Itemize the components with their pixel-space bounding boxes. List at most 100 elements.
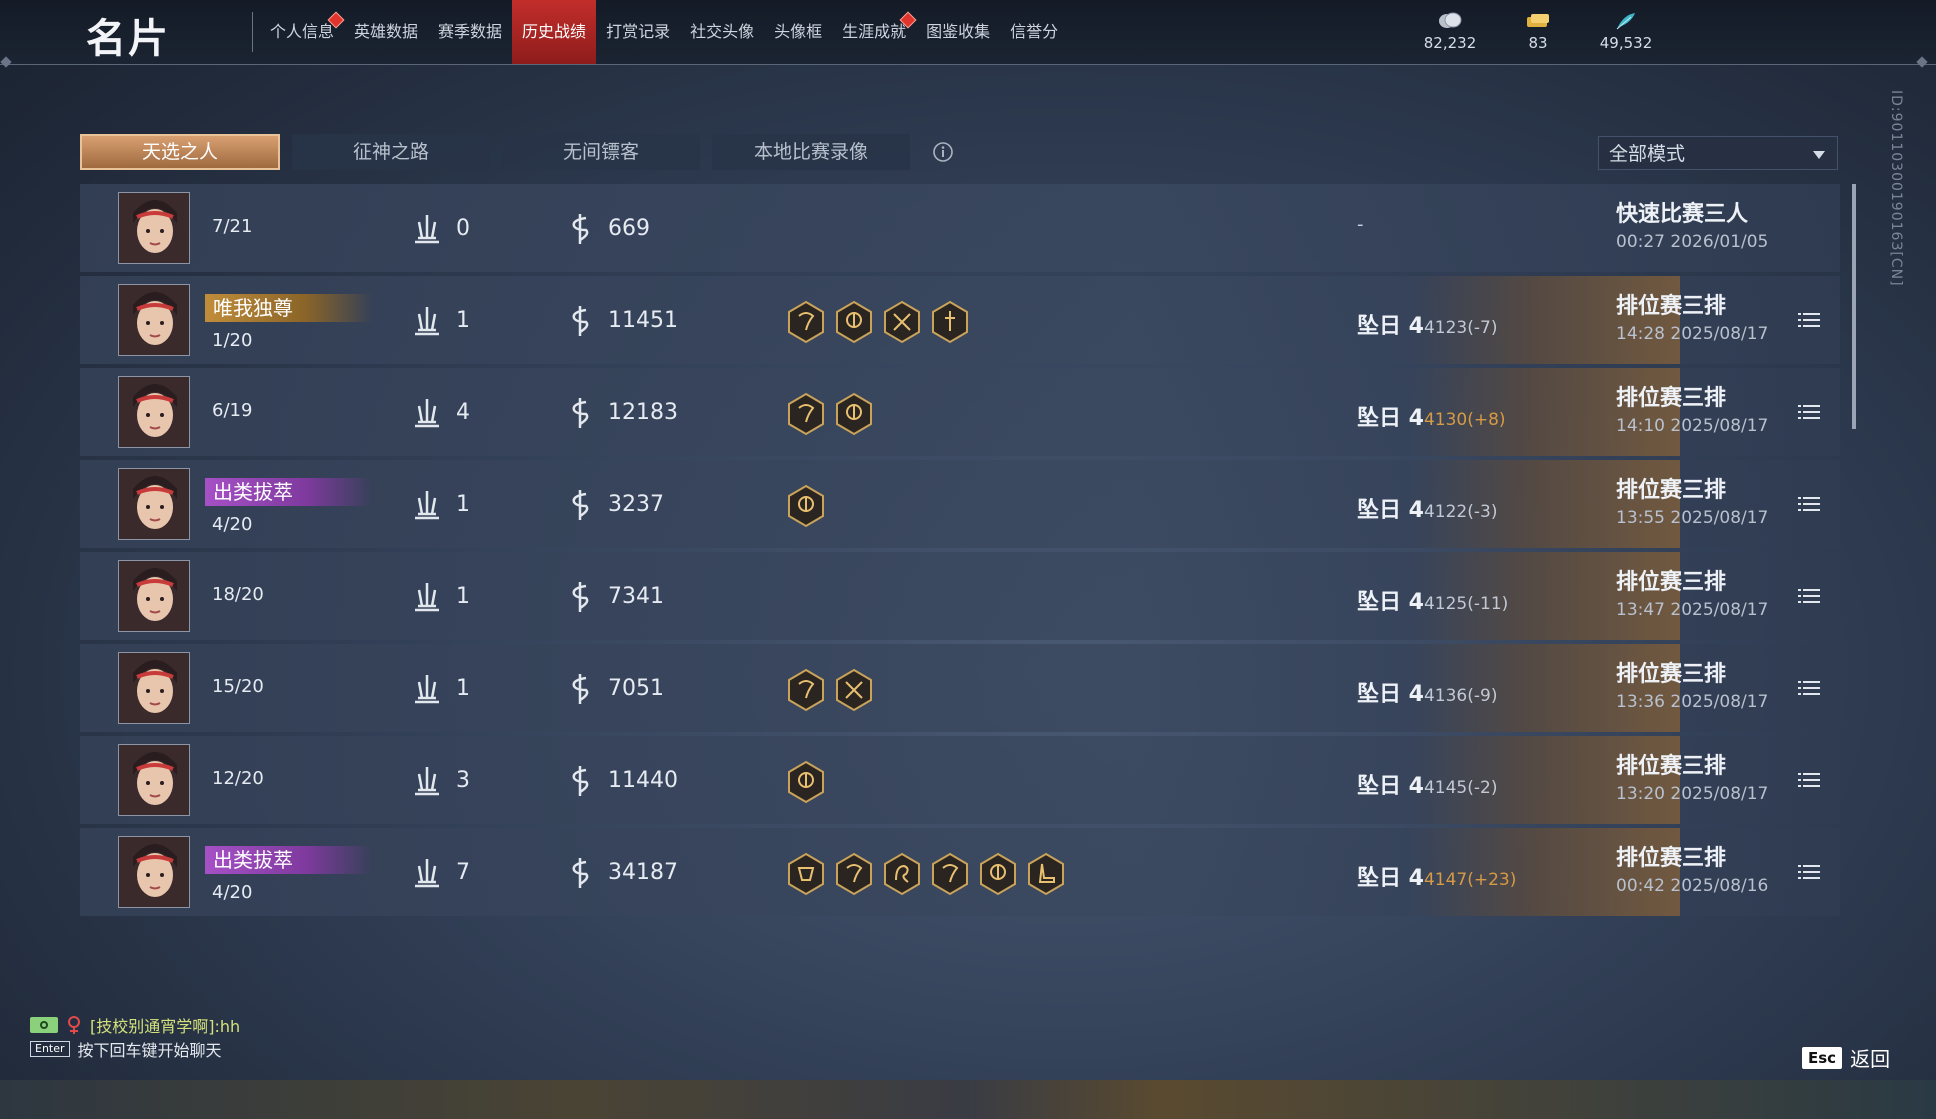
nav-tab[interactable]: 打赏记录 (596, 0, 680, 64)
detail-list-icon[interactable] (1798, 772, 1820, 788)
medal-cross-icon[interactable] (834, 668, 874, 712)
medal-helm-icon[interactable] (786, 760, 826, 804)
medal-helm-icon[interactable] (834, 300, 874, 344)
kill-count: 1 (456, 492, 470, 517)
tab-1[interactable]: 征神之路 (292, 134, 490, 170)
nav-tab[interactable]: 图鉴收集 (916, 0, 1000, 64)
nav-tab[interactable]: 生涯成就 (832, 0, 917, 64)
detail-list-icon[interactable] (1798, 312, 1820, 328)
damage-icon (566, 764, 594, 798)
medal-claw-icon[interactable] (786, 392, 826, 436)
nav-tab[interactable]: 头像框 (764, 0, 832, 64)
rank-tier: 坠日 44125(-11) (1357, 584, 1508, 616)
nav-tab-label: 打赏记录 (606, 22, 671, 41)
detail-list-icon[interactable] (1798, 404, 1820, 420)
rank-tier: 坠日 44145(-2) (1357, 768, 1497, 800)
hero-avatar (118, 836, 190, 908)
kill-count: 1 (456, 676, 470, 701)
medal-claw-icon[interactable] (786, 668, 826, 712)
currency-item: 49,532 (1596, 10, 1656, 52)
match-time: 14:10 2025/08/17 (1616, 416, 1769, 436)
damage-value: 12183 (608, 400, 678, 425)
nav-tab-label: 信誉分 (1010, 22, 1059, 41)
medal-claw-icon[interactable] (786, 300, 826, 344)
medal-helm-icon[interactable] (786, 484, 826, 528)
tab-3[interactable]: 本地比赛录像 (712, 134, 910, 170)
detail-list-icon[interactable] (1798, 496, 1820, 512)
match-row[interactable]: 15/20 1 7051 坠日 44136(-9) 排位赛三排 13:36 2025/08… (80, 644, 1840, 732)
match-row[interactable]: 出类拔萃 4/20 1 3237 坠日 44122(-3) 排位赛三排 13:55 2025… (80, 460, 1840, 548)
nav-tab-label: 社交头像 (690, 22, 755, 41)
rank-tier-name: 坠日 4 (1357, 774, 1424, 799)
placement-rank: 18/20 (212, 584, 264, 605)
currency-value: 82,232 (1423, 34, 1477, 52)
medal-list (786, 484, 826, 528)
medal-sword-icon[interactable] (930, 300, 970, 344)
medal-helm-icon[interactable] (978, 852, 1018, 896)
match-time: 13:36 2025/08/17 (1616, 692, 1769, 712)
mode-filter-select[interactable]: 全部模式 (1598, 136, 1838, 170)
mode-filter-value: 全部模式 (1609, 143, 1686, 165)
rank-tier-name: 坠日 4 (1357, 498, 1424, 523)
list-scrollbar[interactable] (1852, 184, 1856, 429)
medal-dragon-icon[interactable] (882, 852, 922, 896)
match-row[interactable]: 18/20 1 7341 坠日 44125(-11) 排位赛三排 13:47 2025/0… (80, 552, 1840, 640)
match-row[interactable]: 7/21 0 669 - 快速比赛三人 00:27 2026/01/05 (80, 184, 1840, 272)
match-mode: 排位赛三排 (1616, 478, 1727, 503)
match-mode: 排位赛三排 (1616, 846, 1727, 871)
detail-list-icon[interactable] (1798, 588, 1820, 604)
tab-2[interactable]: 无间镖客 (502, 134, 700, 170)
damage-value: 3237 (608, 492, 664, 517)
nav-tab[interactable]: 社交头像 (680, 0, 764, 64)
nav-tab-label: 生涯成就 (842, 22, 907, 41)
placement-rank: 4/20 (212, 514, 253, 535)
location-pin-icon (68, 1016, 80, 1034)
top-bar: 名片 个人信息 英雄数据 赛季数据 历史战绩 打赏记录 社交头像 头像框 生涯成就 图鉴收集 信誉… (0, 0, 1936, 68)
currency-value: 49,532 (1599, 34, 1653, 52)
medal-cross-icon[interactable] (882, 300, 922, 344)
chat-channel-icon[interactable] (30, 1017, 58, 1033)
match-row[interactable]: 唯我独尊 1/20 1 11451 坠日 44123(-7) 排位赛三排 14:28 202… (80, 276, 1840, 364)
placement-rank: 12/20 (212, 768, 264, 789)
nav-tab[interactable]: 英雄数据 (344, 0, 428, 64)
nav-tab[interactable]: 赛季数据 (428, 0, 512, 64)
nav-tab-label: 英雄数据 (354, 22, 419, 41)
detail-list-icon[interactable] (1798, 864, 1820, 880)
medal-helm-icon[interactable] (834, 392, 874, 436)
currency-item: 82,232 (1420, 10, 1480, 52)
medal-claw-icon[interactable] (930, 852, 970, 896)
nav-tab-label: 个人信息 (270, 22, 335, 41)
kill-count: 7 (456, 860, 470, 885)
nav-tab[interactable]: 历史战绩 (512, 0, 597, 64)
rank-points: 4136(-9) (1423, 686, 1498, 706)
tab-0[interactable]: 天选之人 (80, 134, 280, 170)
rank-tier-name: 坠日 4 (1357, 406, 1424, 431)
medal-claw-icon[interactable] (834, 852, 874, 896)
match-time: 14:28 2025/08/17 (1616, 324, 1769, 344)
medal-boot-icon[interactable] (1026, 852, 1066, 896)
damage-value: 34187 (608, 860, 678, 885)
match-mode: 排位赛三排 (1616, 570, 1727, 595)
chat-input-hint[interactable]: 按下回车键开始聊天 (78, 1037, 222, 1061)
kills-icon (410, 396, 444, 430)
damage-icon (566, 396, 594, 430)
medal-list (786, 392, 874, 436)
kill-count: 4 (456, 400, 470, 425)
rank-tier-name: 坠日 4 (1357, 314, 1424, 339)
player-id: ID:9011030019016З[CN] (1888, 90, 1904, 287)
nav-tab[interactable]: 信誉分 (1000, 0, 1068, 64)
match-row[interactable]: 出类拔萃 4/20 7 34187 坠日 44147(+23) 排位赛三排 00:42 20… (80, 828, 1840, 916)
hero-avatar (118, 376, 190, 448)
hero-avatar (118, 560, 190, 632)
damage-value: 7341 (608, 584, 664, 609)
hero-avatar (118, 284, 190, 356)
rank-tier: 坠日 44123(-7) (1357, 308, 1497, 340)
nav-tab[interactable]: 个人信息 (260, 0, 345, 64)
match-row[interactable]: 6/19 4 12183 坠日 44130(+8) 排位赛三排 14:10 2025/08… (80, 368, 1840, 456)
match-row[interactable]: 12/20 3 11440 坠日 44145(-2) 排位赛三排 13:20 2025/0… (80, 736, 1840, 824)
detail-list-icon[interactable] (1798, 680, 1820, 696)
back-button[interactable]: Esc 返回 (1802, 1043, 1890, 1072)
medal-mask-icon[interactable] (786, 852, 826, 896)
info-icon[interactable] (932, 141, 954, 163)
match-mode: 排位赛三排 (1616, 754, 1727, 779)
